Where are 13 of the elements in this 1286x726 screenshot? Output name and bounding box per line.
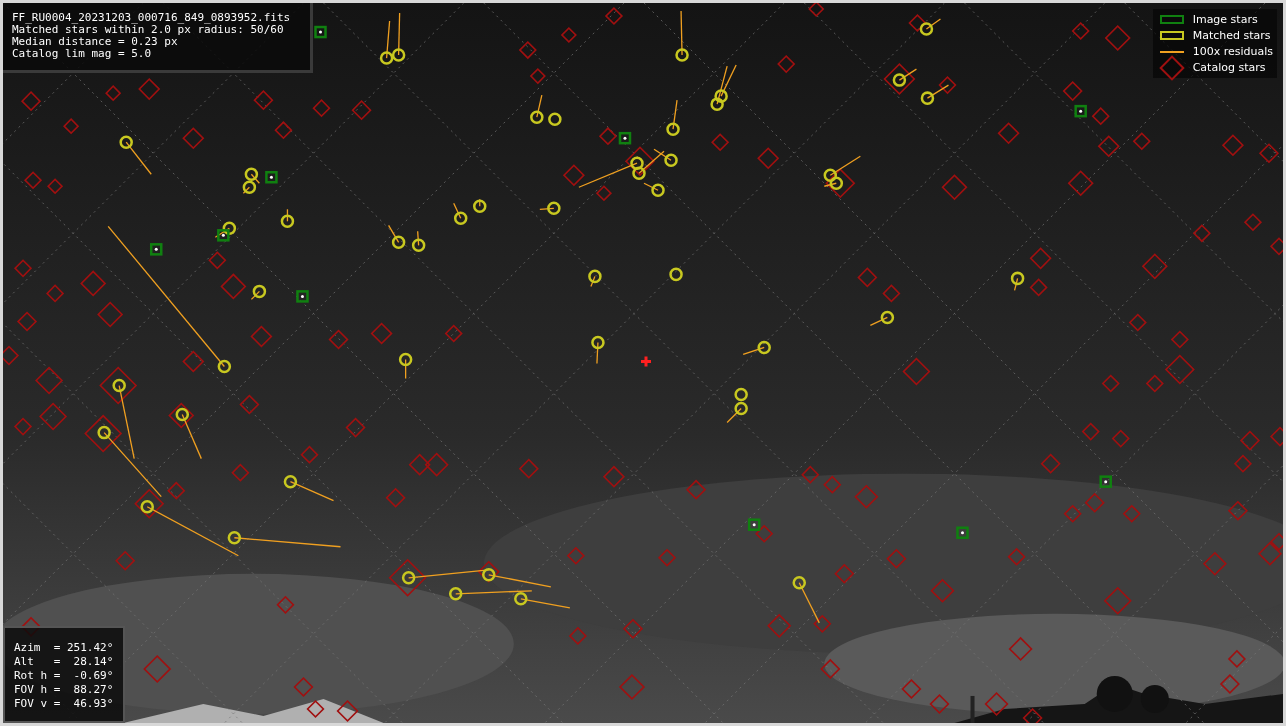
info-text: Median distance = 0.23 px <box>12 36 179 48</box>
pointing-text: Azim = 251.42° <box>14 641 114 655</box>
legend-label: 100x residuals <box>1192 45 1273 58</box>
pointing-text: Rot h = -0.69° <box>14 669 114 683</box>
legend-label: Catalog stars <box>1192 61 1266 74</box>
info-text: FF_RU0004_20231203_000716_849_0893952.fits <box>12 12 291 24</box>
legend-label: Matched stars <box>1192 29 1271 42</box>
pointing-text: FOV h = 88.27° <box>14 683 114 697</box>
pointing-text: Alt = 28.14° <box>14 655 114 669</box>
info-text: Catalog lim mag = 5.0 <box>12 48 153 60</box>
pointing-text: FOV v = 46.93° <box>14 697 114 711</box>
info-text: Matched stars within 2.0 px radius: 50/60 <box>12 24 284 36</box>
legend-label: Image stars <box>1192 13 1258 26</box>
